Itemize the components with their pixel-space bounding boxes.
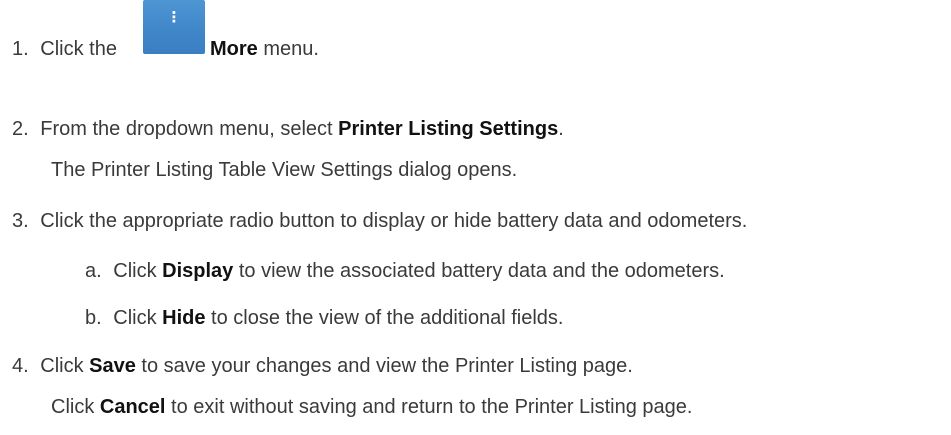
step-text: Click (113, 307, 163, 329)
step-text: Click the (40, 38, 117, 60)
more-vertical-dots-icon: ⋮ (143, 0, 205, 54)
step-1: 1. Click the (12, 37, 117, 61)
step-3a: a. Click Display to view the associated … (85, 259, 725, 283)
step-text: From the dropdown menu, select (40, 118, 339, 140)
cancel-keyword: Cancel (99, 396, 166, 418)
printer-listing-settings-keyword: Printer Listing Settings (338, 118, 559, 140)
step-text: Click the appropriate radio button to di… (40, 210, 748, 232)
step-3b: b. Click Hide to close the view of the a… (85, 306, 563, 330)
step-text: to exit without saving and return to the… (165, 396, 693, 418)
step-text: Click (40, 355, 90, 377)
hide-keyword: Hide (162, 307, 206, 329)
step-text: to view the associated battery data and … (233, 260, 725, 282)
step-letter: a. (85, 260, 102, 282)
step-2: 2. From the dropdown menu, select Printe… (12, 117, 564, 141)
step-text: menu. (257, 38, 319, 60)
display-keyword: Display (162, 260, 234, 282)
step-3: 3. Click the appropriate radio button to… (12, 209, 747, 233)
step-2-note: The Printer Listing Table View Settings … (51, 159, 518, 181)
step-4-note: Click Cancel to exit without saving and … (51, 395, 692, 419)
step-number: 2. (12, 118, 29, 140)
step-number: 3. (12, 210, 29, 232)
step-4: 4. Click Save to save your changes and v… (12, 354, 633, 378)
save-keyword: Save (89, 355, 136, 377)
step-number: 4. (12, 355, 29, 377)
step-text: Click (113, 260, 163, 282)
more-keyword: More (210, 38, 258, 60)
step-letter: b. (85, 307, 102, 329)
step-text: to close the view of the additional fiel… (205, 307, 564, 329)
step-text: . (558, 118, 564, 140)
step-text: to save your changes and view the Printe… (135, 355, 633, 377)
step-text: Click (51, 396, 100, 418)
step-1-keyword: More menu. (210, 37, 319, 61)
step-number: 1. (12, 38, 29, 60)
